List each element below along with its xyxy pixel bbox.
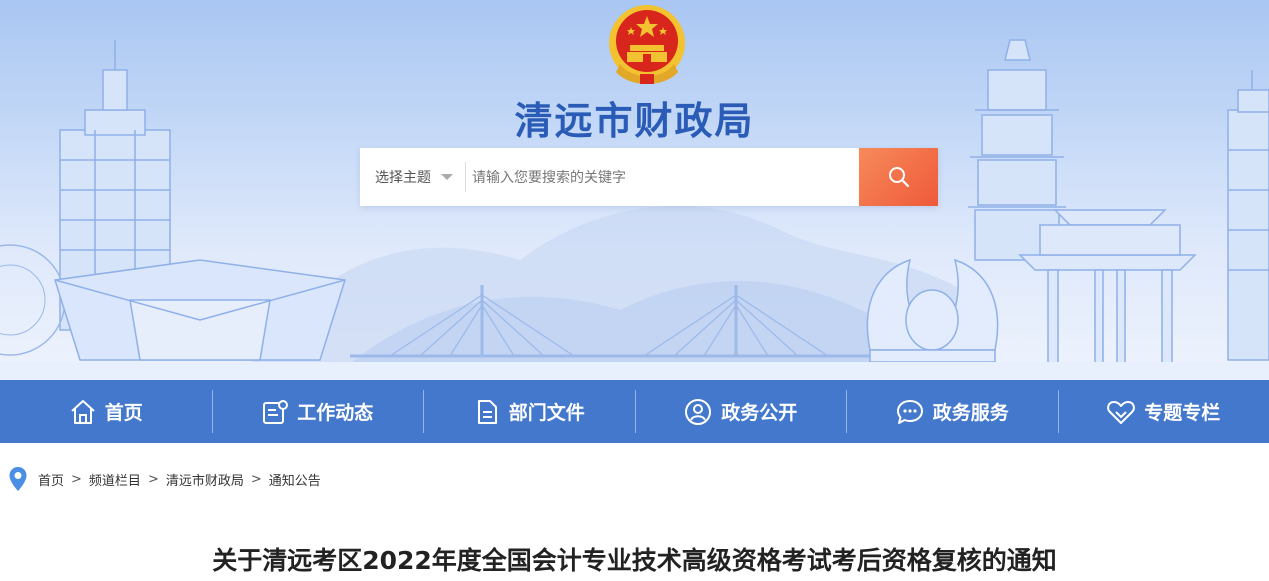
article-title: 关于清远考区2022年度全国会计专业技术高级资格考试考后资格复核的通知 <box>212 546 1057 575</box>
search-bar: 选择主题 <box>360 148 938 206</box>
nav-item-home[interactable]: 首页 <box>0 380 212 443</box>
location-pin-icon <box>9 467 27 491</box>
search-input[interactable] <box>470 158 854 198</box>
chat-icon <box>896 399 923 424</box>
breadcrumb-separator: > <box>71 471 82 487</box>
nav-item-special-topics[interactable]: 专题专栏 <box>1057 380 1269 443</box>
search-button[interactable] <box>859 148 938 206</box>
breadcrumb-separator: > <box>250 471 262 487</box>
nav-label: 政务服务 <box>932 402 1009 424</box>
search-divider <box>465 162 466 192</box>
nav-label: 部门文件 <box>508 402 585 424</box>
breadcrumb-link-home[interactable]: 首页 <box>38 470 64 489</box>
breadcrumb-link-notices[interactable]: 通知公告 <box>269 470 321 489</box>
breadcrumb-link-channels[interactable]: 频道栏目 <box>89 470 141 489</box>
main-nav: 首页 工作动态 部门文件 政务公开 政务服务 专题专栏 <box>0 380 1269 443</box>
header-banner: 清远市财政局 选择主题 <box>0 0 1269 380</box>
news-icon <box>263 399 289 424</box>
nav-item-work-news[interactable]: 工作动态 <box>211 380 424 443</box>
nav-label: 首页 <box>104 402 143 424</box>
nav-item-dept-documents[interactable]: 部门文件 <box>423 380 635 443</box>
user-icon <box>685 398 712 425</box>
search-icon <box>888 167 909 188</box>
topic-select-dropdown[interactable]: 选择主题 <box>360 148 465 206</box>
topic-select-label: 选择主题 <box>375 170 431 186</box>
nav-label: 政务公开 <box>721 402 798 424</box>
nav-item-gov-services[interactable]: 政务服务 <box>846 380 1058 443</box>
breadcrumb-separator: > <box>147 471 159 487</box>
nav-label: 工作动态 <box>297 402 374 424</box>
breadcrumb-link-bureau[interactable]: 清远市财政局 <box>166 470 244 489</box>
breadcrumb: 首页 > 频道栏目 > 清远市财政局 > 通知公告 <box>8 464 321 494</box>
national-emblem-logo <box>609 5 685 84</box>
nav-item-gov-affairs-public[interactable]: 政务公开 <box>634 380 847 443</box>
site-title: 清远市财政局 <box>514 99 755 143</box>
chevron-down-icon <box>441 174 453 180</box>
nav-label: 专题专栏 <box>1144 402 1221 424</box>
heart-icon <box>1107 400 1136 424</box>
document-icon <box>477 399 497 424</box>
home-icon <box>71 399 95 424</box>
